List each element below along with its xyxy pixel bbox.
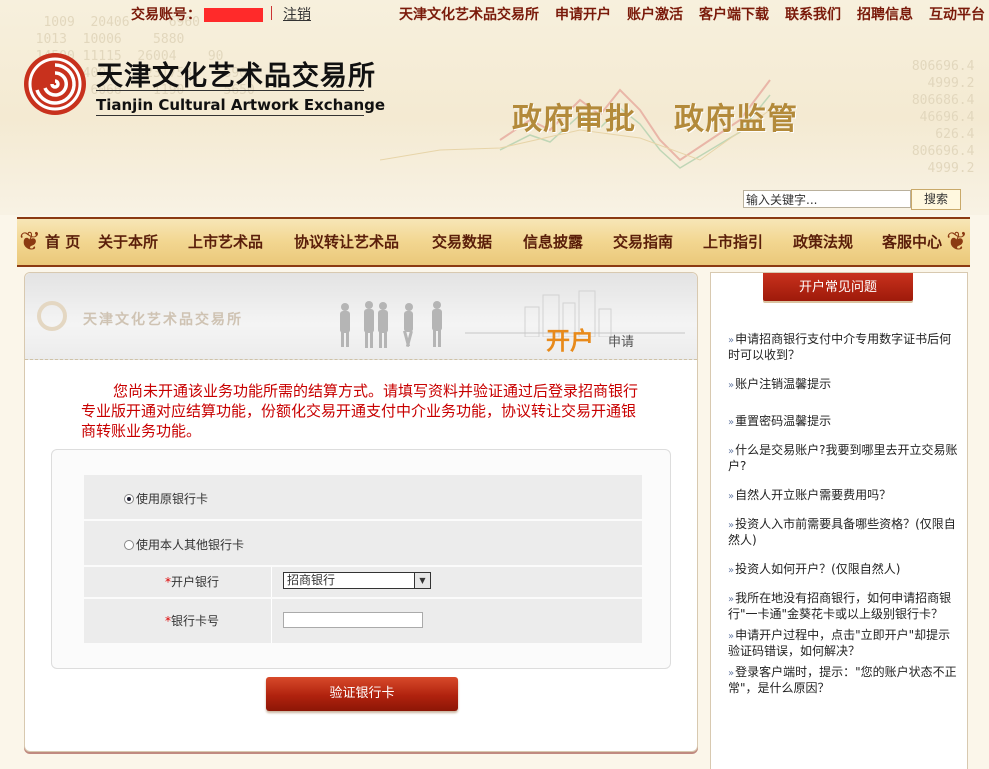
- separator: [271, 6, 272, 20]
- faq-item-text[interactable]: 登录客户端时，提示："您的账户状态不正常"，是什么原因？: [728, 665, 957, 695]
- nav-item-listed-artworks[interactable]: 上市艺术品: [188, 219, 294, 265]
- faq-item-text[interactable]: 什么是交易账户?我要到哪里去开立交易账户?: [728, 443, 958, 473]
- faq-item[interactable]: »投资人如何开户？(仅限自然人): [728, 562, 960, 578]
- nav-item-listing-guide[interactable]: 上市指引: [703, 219, 793, 265]
- bullet-icon: »: [728, 594, 735, 605]
- exchange-name-en: Tianjin Cultural Artwork Exchange: [96, 96, 386, 114]
- top-bar: 交易账号： 注销 天津文化艺术品交易所 申请开户 账户激活 客户端下载 联系我们…: [0, 3, 989, 23]
- bullet-icon: »: [728, 631, 735, 642]
- nav-item-policies[interactable]: 政策法规: [793, 219, 882, 265]
- faq-item-text[interactable]: 我所在地没有招商银行，如何申请招商银行"一卡通"金葵花卡或以上级别银行卡？: [728, 591, 951, 621]
- faq-item[interactable]: »自然人开立账户需要费用吗？: [728, 488, 960, 504]
- exchange-name-cn: 天津文化艺术品交易所: [96, 61, 376, 92]
- search-button[interactable]: 搜索: [911, 189, 961, 210]
- faq-title: 开户常见问题: [763, 273, 913, 301]
- main-nav: ❦ 首 页 关于本所 上市艺术品 协议转让艺术品 交易数据 信息披露 交易指南 …: [17, 217, 970, 267]
- account-opening-panel: 天津文化艺术品交易所 开户 申请 您尚未开通该业务功能所需的结算方式。请填写资料…: [24, 272, 698, 752]
- bank-label-text: 开户银行: [170, 575, 219, 589]
- faq-item[interactable]: »我所在地没有招商银行，如何申请招商银行"一卡通"金葵花卡或以上级别银行卡？: [728, 591, 960, 622]
- faq-item[interactable]: »什么是交易账户?我要到哪里去开立交易账户?: [728, 443, 960, 474]
- top-links: 天津文化艺术品交易所 申请开户 账户激活 客户端下载 联系我们 招聘信息 互动平…: [399, 4, 985, 24]
- card-number-input[interactable]: [283, 612, 423, 628]
- faq-item-text[interactable]: 账户注销温馨提示: [735, 377, 831, 391]
- form-row-card-number: *银行卡号: [84, 599, 642, 643]
- faq-item-text[interactable]: 申请开户过程中，点击"立即开户"却提示验证码错误，如何解决？: [728, 628, 950, 658]
- radio-other-card[interactable]: 使用本人其他银行卡: [124, 536, 244, 553]
- panel-title: 开户: [546, 326, 594, 355]
- account-number-redacted: [204, 8, 263, 22]
- radio-original-card-label: 使用原银行卡: [136, 492, 209, 506]
- bullet-icon: »: [728, 520, 735, 531]
- bullet-icon: »: [728, 335, 735, 346]
- account-label: 交易账号：: [131, 7, 201, 23]
- faq-item[interactable]: »账户注销温馨提示: [728, 377, 960, 393]
- radio-checked-icon[interactable]: [124, 493, 134, 504]
- search-input[interactable]: [743, 190, 911, 208]
- logo-divider-bottom: [96, 115, 364, 116]
- exchange-logo-icon: [24, 53, 86, 115]
- bullet-icon: »: [728, 565, 735, 576]
- watermark-name: 天津文化艺术品交易所: [83, 312, 243, 328]
- faq-item-text[interactable]: 自然人开立账户需要费用吗？: [735, 488, 891, 502]
- nav-ornament-left-icon: ❦: [19, 227, 41, 257]
- faq-item[interactable]: »申请开户过程中，点击"立即开户"却提示验证码错误，如何解决？: [728, 628, 960, 659]
- bullet-icon: »: [728, 491, 735, 502]
- faq-item-text[interactable]: 重置密码温馨提示: [735, 414, 831, 428]
- bullet-icon: »: [728, 446, 735, 457]
- bullet-icon: »: [728, 417, 735, 428]
- form-row-original-card: 使用原银行卡: [84, 475, 642, 519]
- panel-subtitle: 申请: [608, 335, 635, 350]
- bullet-icon: »: [728, 668, 735, 679]
- faq-item[interactable]: »申请招商银行支付中介专用数字证书后何时可以收到？: [728, 332, 960, 363]
- bank-card-form: 使用原银行卡 使用本人其他银行卡 *开户银行 招商银行 ▼ *银行卡号: [51, 449, 671, 669]
- faq-item[interactable]: »登录客户端时，提示："您的账户状态不正常"，是什么原因？: [728, 665, 960, 696]
- ticker-decoration-right: 806696.4 4999.2 806686.4 46696.4 626.4 8…: [911, 59, 975, 176]
- settlement-notice: 您尚未开通该业务功能所需的结算方式。请填写资料并验证通过后登录招商银行专业版开通…: [81, 382, 639, 440]
- watermark-logo-icon: [37, 301, 67, 331]
- slogan-government-approval: 政府审批: [512, 102, 636, 137]
- bank-label: *开户银行: [84, 567, 272, 597]
- chevron-down-icon[interactable]: ▼: [414, 573, 430, 588]
- top-link-client-download[interactable]: 客户端下载: [699, 4, 769, 24]
- logout-link[interactable]: 注销: [283, 4, 311, 24]
- form-row-other-card: 使用本人其他银行卡: [84, 521, 642, 565]
- verify-card-button[interactable]: 验证银行卡: [266, 677, 458, 711]
- radio-other-card-label: 使用本人其他银行卡: [136, 538, 245, 552]
- nav-ornament-right-icon: ❦: [946, 227, 968, 257]
- logo-divider: [96, 90, 364, 91]
- top-link-interactive[interactable]: 互动平台: [929, 4, 985, 24]
- faq-item-text[interactable]: 投资人入市前需要具备哪些资格？(仅限自然人): [728, 517, 956, 547]
- faq-sidebar: 开户常见问题 »申请招商银行支付中介专用数字证书后何时可以收到？ »账户注销温馨…: [710, 272, 968, 769]
- nav-item-about[interactable]: 关于本所: [98, 219, 188, 265]
- top-link-contact[interactable]: 联系我们: [785, 4, 841, 24]
- top-link-activate-account[interactable]: 账户激活: [627, 4, 683, 24]
- faq-item-text[interactable]: 投资人如何开户？(仅限自然人): [735, 562, 900, 576]
- bank-value-cell: 招商银行 ▼: [273, 567, 642, 597]
- nav-item-agreement-transfer[interactable]: 协议转让艺术品: [294, 219, 432, 265]
- radio-original-card[interactable]: 使用原银行卡: [124, 490, 208, 507]
- slogan-government-supervision: 政府监管: [674, 102, 798, 137]
- panel-header: 天津文化艺术品交易所 开户 申请: [25, 273, 697, 360]
- page-header: 1009 20406 6960 1013 10006 5880 14500 11…: [0, 0, 989, 215]
- top-link-exchange[interactable]: 天津文化艺术品交易所: [399, 4, 539, 24]
- bullet-icon: »: [728, 380, 735, 391]
- top-link-jobs[interactable]: 招聘信息: [857, 4, 913, 24]
- people-silhouette-icon: [340, 301, 442, 348]
- faq-item-text[interactable]: 申请招商银行支付中介专用数字证书后何时可以收到？: [728, 332, 951, 362]
- nav-item-trading-data[interactable]: 交易数据: [432, 219, 523, 265]
- nav-item-disclosure[interactable]: 信息披露: [523, 219, 613, 265]
- form-row-bank: *开户银行 招商银行 ▼: [84, 567, 642, 597]
- card-number-label: *银行卡号: [84, 599, 272, 643]
- bank-select[interactable]: 招商银行 ▼: [283, 572, 431, 589]
- nav-item-trading-guide[interactable]: 交易指南: [613, 219, 703, 265]
- bank-select-value: 招商银行: [287, 573, 336, 587]
- faq-item[interactable]: »重置密码温馨提示: [728, 414, 960, 430]
- nav-list: 首 页 关于本所 上市艺术品 协议转让艺术品 交易数据 信息披露 交易指南 上市…: [45, 219, 962, 265]
- card-number-label-text: 银行卡号: [170, 614, 219, 628]
- card-number-cell: [273, 599, 642, 643]
- top-link-apply-account[interactable]: 申请开户: [555, 4, 611, 24]
- faq-item[interactable]: »投资人入市前需要具备哪些资格？(仅限自然人): [728, 517, 960, 548]
- nav-item-home[interactable]: 首 页: [45, 219, 98, 265]
- radio-unchecked-icon[interactable]: [124, 539, 134, 550]
